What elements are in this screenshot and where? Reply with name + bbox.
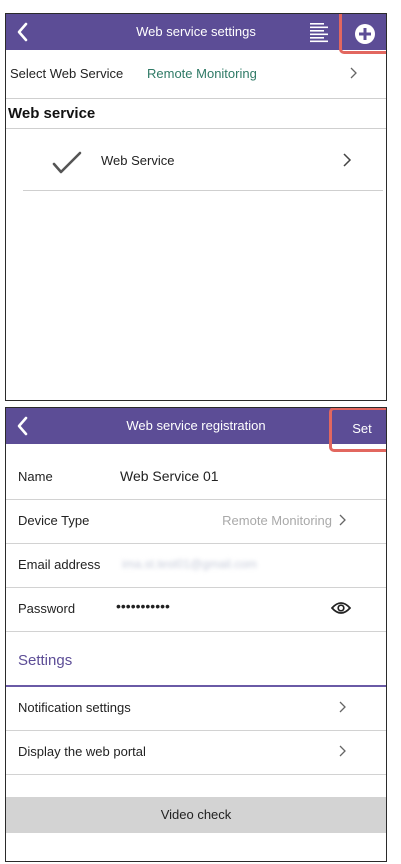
select-web-service-value: Remote Monitoring xyxy=(147,66,257,81)
notification-settings-item[interactable]: Notification settings xyxy=(6,686,386,731)
settings-section-header: Settings xyxy=(6,641,386,687)
chevron-right-icon xyxy=(339,514,346,526)
web-service-settings-screen: Web service settings Select Web Service … xyxy=(5,13,387,401)
email-label: Email address xyxy=(18,557,101,572)
password-label: Password xyxy=(18,601,76,616)
web-service-list-item[interactable]: Web Service xyxy=(6,139,386,189)
chevron-right-icon xyxy=(339,745,346,757)
device-type-label: Device Type xyxy=(18,513,90,528)
eye-icon[interactable] xyxy=(331,601,351,615)
page-title: Web service settings xyxy=(136,24,256,39)
display-web-portal-item[interactable]: Display the web portal xyxy=(6,730,386,775)
chevron-right-icon xyxy=(343,153,352,167)
add-button-highlight xyxy=(339,14,386,54)
device-type-value: Remote Monitoring xyxy=(222,513,332,528)
page-title: Web service registration xyxy=(126,418,266,433)
name-label: Name xyxy=(18,469,53,484)
video-check-button[interactable]: Video check xyxy=(6,797,386,833)
select-web-service-row[interactable]: Select Web Service Remote Monitoring xyxy=(6,58,386,99)
name-field[interactable]: Web Service 01 xyxy=(120,468,219,484)
list-menu-icon[interactable] xyxy=(308,21,330,43)
settings-title: Settings xyxy=(18,652,73,669)
select-web-service-label: Select Web Service xyxy=(10,66,124,81)
email-field-row[interactable]: Email address ima.st.test01@gmail.com xyxy=(6,543,386,588)
checkmark-icon xyxy=(52,151,82,174)
notification-settings-label: Notification settings xyxy=(18,700,131,715)
section-title: Web service xyxy=(8,105,96,122)
web-service-section-header: Web service xyxy=(6,98,386,129)
password-field[interactable]: ••••••••••• xyxy=(116,598,170,614)
name-field-row[interactable]: Name Web Service 01 xyxy=(6,455,386,500)
set-button-highlight xyxy=(329,408,386,452)
email-field[interactable]: ima.st.test01@gmail.com xyxy=(122,557,257,571)
back-arrow-icon[interactable] xyxy=(12,14,34,50)
chevron-right-icon xyxy=(350,67,357,79)
password-field-row[interactable]: Password ••••••••••• xyxy=(6,587,386,632)
back-arrow-icon[interactable] xyxy=(12,408,34,444)
divider xyxy=(23,190,383,191)
chevron-right-icon xyxy=(339,701,346,713)
web-service-registration-screen: Web service registration Set Name Web Se… xyxy=(5,407,387,862)
web-service-item-label: Web Service xyxy=(101,153,175,168)
device-type-row[interactable]: Device Type Remote Monitoring xyxy=(6,499,386,544)
display-web-portal-label: Display the web portal xyxy=(18,744,146,759)
app-header: Web service settings xyxy=(6,14,386,50)
